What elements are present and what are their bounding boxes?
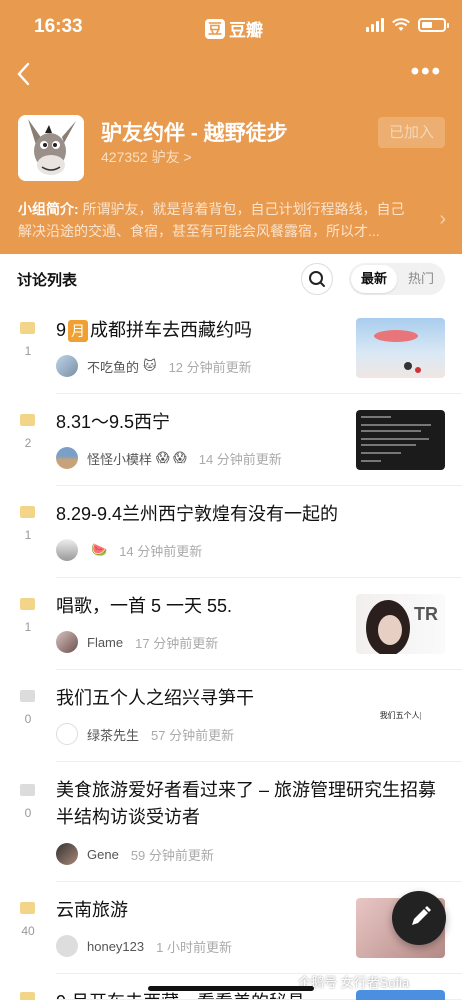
group-header: 16:33 豆 豆瓣 ••• 驴友约伴 - 越野徒步 427352 驴友 > 已… — [0, 0, 462, 254]
avatar[interactable] — [56, 355, 78, 377]
battery-icon — [418, 18, 449, 32]
avatar[interactable] — [56, 631, 78, 653]
post-title: 我们五个人之绍兴寻笋干 — [56, 688, 254, 708]
post-thumbnail[interactable]: TR — [356, 594, 445, 654]
list-item[interactable]: 0 我们五个人之绍兴寻笋干 绿茶先生 57 分钟前更新 我们五个人| — [0, 670, 462, 762]
list-item[interactable]: 1 8.29-9.4兰州西宁敦煌有没有一起的 🍉 14 分钟前更新 — [0, 486, 462, 578]
post-title: 云南旅游 — [56, 900, 128, 920]
post-time: 59 分钟前更新 — [130, 847, 214, 863]
avatar[interactable] — [56, 723, 78, 745]
post-time: 1 小时前更新 — [156, 939, 232, 955]
chevron-right-icon[interactable]: › — [439, 208, 446, 231]
list-item[interactable]: 0 美食旅游爱好者看过来了 – 旅游管理研究生招募半结构访谈受访者 Gene 5… — [0, 762, 462, 882]
post-meta: 不吃鱼的 🐱 12 分钟前更新 — [56, 355, 252, 377]
app-badge: 豆 豆瓣 — [205, 16, 263, 41]
reply-count: 0 — [24, 806, 32, 820]
reply-count: 1 — [24, 620, 32, 634]
post-thumbnail[interactable] — [356, 318, 445, 378]
flag-icon — [20, 690, 35, 702]
username[interactable]: honey123 — [87, 939, 144, 954]
status-time: 16:33 — [34, 16, 83, 37]
avatar[interactable] — [56, 539, 78, 561]
username[interactable]: 怪怪小模样 — [87, 449, 152, 468]
reply-count: 1 — [24, 528, 32, 542]
flag-icon — [20, 598, 35, 610]
post-time: 17 分钟前更新 — [135, 635, 219, 651]
svg-text:TR: TR — [414, 604, 438, 624]
flag-icon — [20, 992, 35, 1000]
back-arrow-icon[interactable] — [14, 60, 38, 88]
post-title: 8.29-9.4兰州西宁敦煌有没有一起的 — [56, 504, 339, 524]
home-indicator[interactable] — [148, 986, 314, 991]
floating-action-tab[interactable] — [356, 990, 445, 1000]
flag-icon — [20, 414, 35, 426]
post-title: 唱歌，一首 5 一天 55. — [56, 596, 233, 616]
watermark: 企鹅号 女行者Sofia — [298, 975, 410, 990]
post-time: 12 分钟前更新 — [168, 359, 252, 375]
joined-button[interactable]: 已加入 — [378, 117, 445, 148]
sort-toggle: 最新 热门 — [349, 263, 445, 295]
post-thumbnail[interactable]: 我们五个人| — [356, 686, 445, 746]
list-item[interactable]: 2 8.31～9.5西宁 怪怪小模样 😱 😱 14 分钟前更新 — [0, 394, 462, 486]
more-options-icon[interactable]: ••• — [411, 60, 442, 84]
signal-icon — [366, 18, 384, 32]
douban-logo-icon: 豆 — [205, 18, 225, 39]
tab-latest[interactable]: 最新 — [351, 265, 397, 293]
pencil-icon — [412, 906, 431, 925]
post-title: 美食旅游爱好者看过来了 – 旅游管理研究生招募半结构访谈受访者 — [56, 780, 437, 827]
group-intro[interactable]: 小组简介: 所谓驴友，就是背着背包，自己计划行程路线，自己解决沿途的交通、食宿，… — [18, 198, 418, 242]
post-meta: 🍉 14 分钟前更新 — [56, 539, 202, 561]
post-thumbnail[interactable] — [356, 410, 445, 470]
list-item[interactable]: 1 唱歌，一首 5 一天 55. Flame 17 分钟前更新 TR — [0, 578, 462, 670]
app-name: 豆瓣 — [229, 21, 263, 40]
post-meta: Flame 17 分钟前更新 — [56, 631, 218, 653]
post-time: 14 分钟前更新 — [198, 451, 282, 467]
username[interactable]: Flame — [87, 635, 123, 650]
group-name: 驴友约伴 - 越野徒步 — [101, 122, 288, 145]
post-meta: honey123 1 小时前更新 — [56, 935, 232, 957]
flag-icon — [20, 902, 35, 914]
username[interactable]: Gene — [87, 847, 119, 862]
post-time: 57 分钟前更新 — [151, 727, 235, 743]
post-meta: 绿茶先生 57 分钟前更新 — [56, 723, 234, 745]
post-meta: Gene 59 分钟前更新 — [56, 843, 214, 865]
reply-count: 2 — [24, 436, 32, 450]
post-time: 14 分钟前更新 — [119, 543, 203, 559]
avatar[interactable] — [56, 935, 78, 957]
search-button[interactable] — [301, 263, 333, 295]
post-title: 8.31～9.5西宁 — [56, 412, 171, 432]
discussion-list-title: 讨论列表 — [17, 272, 78, 289]
month-badge: 月 — [68, 320, 89, 343]
member-count-link[interactable]: 427352 驴友 > — [101, 147, 192, 167]
avatar[interactable] — [56, 447, 78, 469]
reply-count: 0 — [24, 712, 32, 726]
reply-count: 40 — [21, 924, 35, 938]
system-icons — [366, 18, 449, 32]
wifi-icon — [392, 18, 410, 31]
search-icon — [309, 271, 325, 287]
compose-button[interactable] — [392, 891, 446, 945]
post-title: 9 月成都拼车去西藏约吗 — [56, 317, 346, 344]
group-avatar[interactable] — [18, 115, 84, 181]
list-item[interactable]: 1 9 月成都拼车去西藏约吗 不吃鱼的 🐱 12 分钟前更新 — [0, 302, 462, 394]
reply-count: 1 — [24, 344, 32, 358]
post-meta: 怪怪小模样 😱 😱 14 分钟前更新 — [56, 447, 282, 469]
tab-hot[interactable]: 热门 — [399, 265, 443, 293]
username[interactable]: 绿茶先生 — [87, 725, 139, 744]
flag-icon — [20, 322, 35, 334]
avatar[interactable] — [56, 843, 78, 865]
status-bar: 16:33 豆 豆瓣 — [0, 14, 462, 42]
intro-label: 小组简介: — [18, 201, 79, 217]
flag-icon — [20, 784, 35, 796]
discussion-list-header: 讨论列表 最新 热门 — [0, 254, 462, 302]
username[interactable]: 不吃鱼的 — [87, 357, 139, 376]
flag-icon — [20, 506, 35, 518]
